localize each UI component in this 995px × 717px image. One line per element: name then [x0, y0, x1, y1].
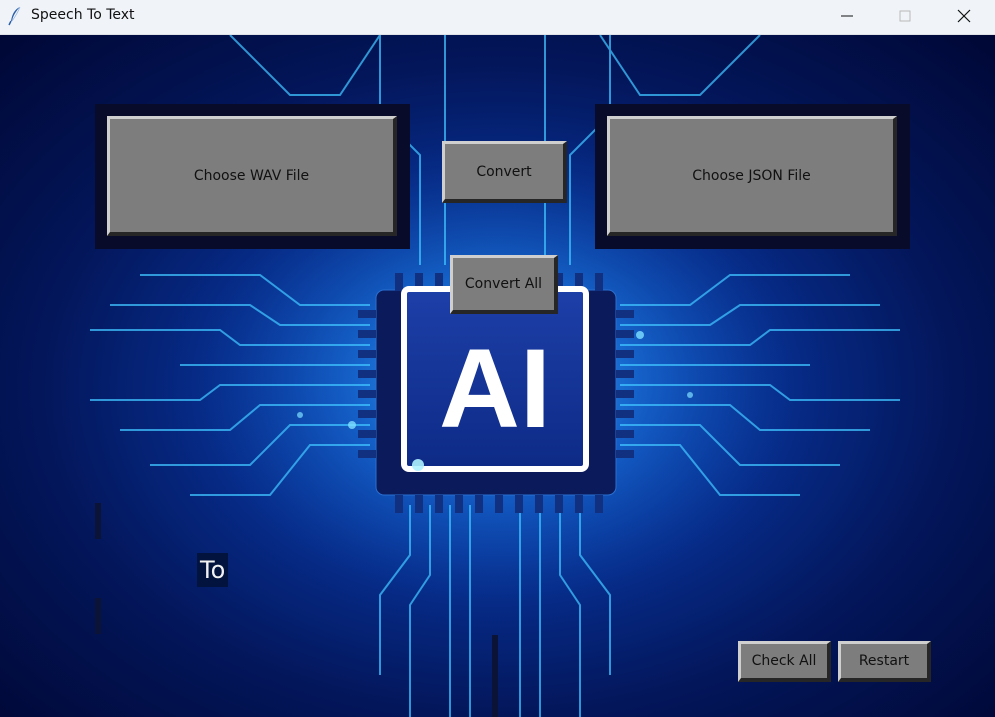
- check-all-button[interactable]: Check All: [738, 641, 831, 682]
- convert-all-button[interactable]: Convert All: [450, 255, 558, 314]
- center-divider: [492, 635, 498, 717]
- app-canvas: AI Choose WAV File Convert Choose JSON F…: [0, 35, 995, 717]
- maximize-icon: [899, 10, 911, 22]
- convert-button[interactable]: Convert: [442, 141, 567, 203]
- title-bar: Speech To Text: [0, 0, 995, 35]
- window-title: Speech To Text: [31, 7, 135, 23]
- maximize-button[interactable]: [877, 0, 935, 34]
- close-icon: [957, 9, 971, 23]
- restart-button[interactable]: Restart: [838, 641, 931, 682]
- left-scroll-indicator: [95, 503, 101, 539]
- to-label: To: [197, 553, 229, 587]
- feather-icon: [8, 6, 21, 26]
- close-button[interactable]: [936, 0, 994, 34]
- ai-chip-text: AI: [439, 326, 551, 451]
- minimize-button[interactable]: [819, 0, 877, 34]
- left-scroll-indicator-lower: [95, 598, 101, 634]
- choose-json-file-button[interactable]: Choose JSON File: [607, 116, 897, 236]
- minimize-icon: [841, 15, 853, 17]
- choose-wav-file-button[interactable]: Choose WAV File: [107, 116, 397, 236]
